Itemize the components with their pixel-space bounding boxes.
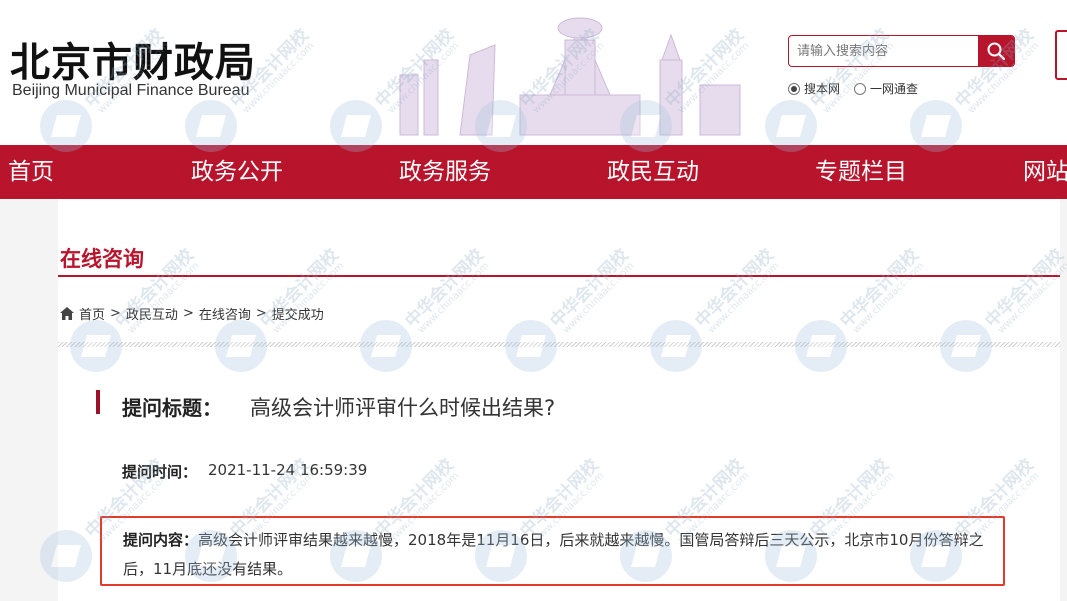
breadcrumb-interaction[interactable]: 政民互动 (126, 304, 178, 323)
breadcrumb-separator: > (255, 306, 267, 321)
nav-item-government-affairs[interactable]: 政务公开 (191, 145, 283, 199)
title-divider (58, 275, 1060, 277)
radio-selected-icon (788, 82, 800, 95)
question-title-label: 提问标题： (122, 396, 222, 420)
nav-item-home[interactable]: 首页 (8, 145, 54, 199)
nav-item-interaction[interactable]: 政民互动 (607, 145, 699, 199)
skyline-illustration (399, 17, 741, 136)
radio-unselected-icon (854, 82, 867, 95)
search-scope-group: 搜本网 一网通查 (788, 80, 918, 97)
breadcrumb-online-consult[interactable]: 在线咨询 (199, 304, 251, 323)
search-button[interactable] (978, 36, 1014, 66)
search-scope-site[interactable]: 搜本网 (788, 80, 840, 97)
nav-item-site[interactable]: 网站 (1023, 145, 1067, 199)
question-content-highlight: 提问内容：高级会计师评审结果越来越慢，2018年是11月16日，后来就越来越慢。… (100, 516, 1005, 586)
search-scope-site-label: 搜本网 (804, 82, 841, 96)
site-header: 北京市财政局 Beijing Municipal Finance Bureau (0, 0, 1067, 145)
site-logo-subtitle: Beijing Municipal Finance Bureau (12, 82, 250, 99)
question-title-marker (96, 390, 100, 414)
search-box (788, 35, 1015, 67)
question-time-label: 提问时间： (122, 463, 198, 481)
site-logo-title[interactable]: 北京市财政局 (10, 30, 256, 88)
question-title: 高级会计师评审什么时候出结果? (250, 396, 556, 420)
search-scope-all[interactable]: 一网通查 (854, 80, 918, 97)
question-content-label: 提问内容： (123, 531, 199, 549)
home-icon[interactable] (60, 307, 74, 320)
main-content: 在线咨询 首页 > 政民互动 > 在线咨询 > 提交成功 提问标题： 高级会计师… (58, 199, 1060, 601)
breadcrumb-home[interactable]: 首页 (79, 304, 105, 323)
search-scope-all-label: 一网通查 (870, 82, 919, 96)
search-input[interactable] (789, 36, 979, 66)
main-nav: 首页 政务公开 政务服务 政民互动 专题栏目 网站 (0, 145, 1067, 199)
side-emblem-icon (1055, 30, 1067, 80)
hatched-divider (58, 342, 1060, 347)
question-time: 2021-11-24 16:59:39 (208, 461, 368, 479)
breadcrumb-separator: > (182, 306, 194, 321)
breadcrumb-separator: > (110, 306, 121, 321)
search-icon (987, 42, 1006, 61)
nav-item-government-services[interactable]: 政务服务 (399, 145, 491, 199)
breadcrumb: 首页 > 政民互动 > 在线咨询 > 提交成功 (60, 304, 324, 323)
breadcrumb-current: 提交成功 (271, 308, 324, 323)
section-title: 在线咨询 (60, 247, 144, 271)
question-content-block: 提问内容：高级会计师评审结果越来越慢，2018年是11月16日，后来就越来越慢。… (123, 526, 1003, 584)
nav-item-topics[interactable]: 专题栏目 (815, 145, 907, 199)
question-content: 高级会计师评审结果越来越慢，2018年是11月16日，后来就越来越慢。国管局答辩… (123, 531, 984, 578)
